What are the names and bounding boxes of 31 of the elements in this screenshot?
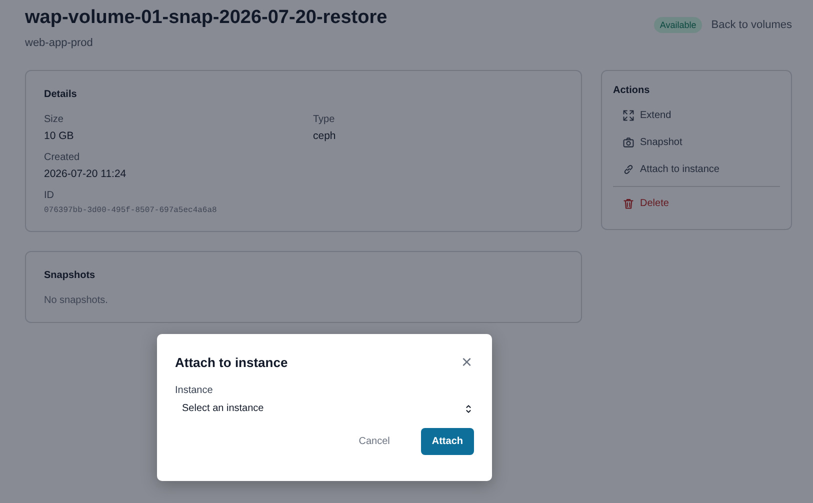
card-title: Actions [613, 85, 651, 96]
back-link[interactable]: Back to volumes [711, 19, 792, 31]
field-value: ceph [313, 130, 337, 142]
delete-button[interactable]: Delete [613, 190, 780, 217]
action-button[interactable]: Extend [613, 102, 780, 129]
page-title: wap-volume-01-snap-2026-07-20-restore [25, 6, 388, 30]
field-value: 076397bb-3d00-495f-8507-697a5ec4a6a8 [44, 206, 218, 215]
empty-message: No snapshots. [44, 295, 109, 306]
expand-icon [623, 110, 634, 121]
trash-icon [623, 198, 634, 209]
attach-button[interactable]: Attach [420, 428, 474, 455]
chevron-icon [465, 404, 472, 414]
field-label: ID [44, 190, 55, 201]
action-button[interactable]: Attach to instance [613, 156, 780, 183]
action-button[interactable]: Snapshot [613, 129, 780, 156]
project-name: web-app-prod [25, 37, 94, 49]
field-label: Instance [175, 385, 214, 396]
card-title: Details [44, 89, 78, 100]
field-label: Type [313, 114, 336, 125]
field-value: 2026-07-20 11:24 [44, 168, 128, 180]
field-label: Size [44, 114, 64, 125]
field-value: 10 GB [44, 130, 75, 142]
status-badge: Available [654, 17, 702, 33]
cancel-button[interactable]: Cancel [348, 428, 401, 455]
close-button[interactable]: × [459, 354, 474, 370]
card-title: Snapshots [44, 270, 96, 281]
field-label: Created [44, 152, 81, 163]
camera-icon [623, 137, 634, 148]
link-icon [623, 164, 634, 175]
dialog-title: Attach to instance [175, 354, 288, 370]
instance-select[interactable]: Select an instance [175, 397, 474, 420]
